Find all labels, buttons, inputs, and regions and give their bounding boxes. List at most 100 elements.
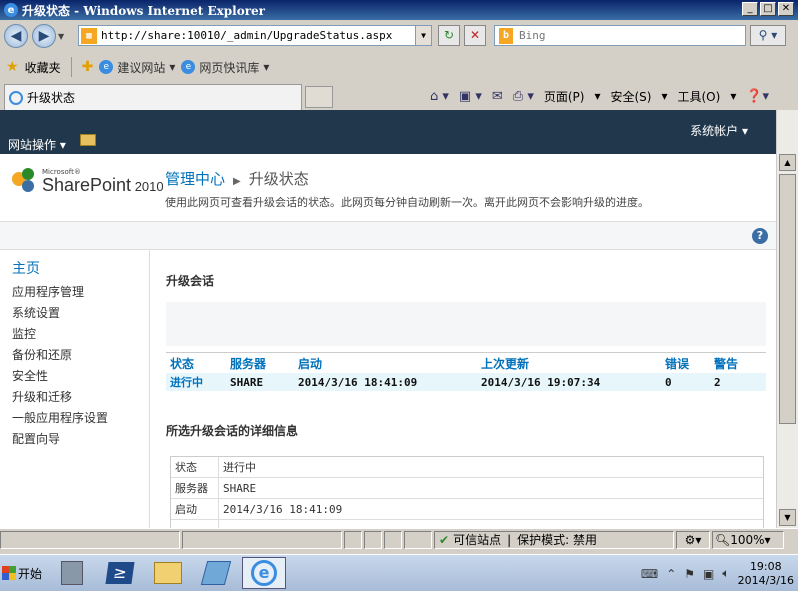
scroll-down-button[interactable]: ▼ <box>779 509 796 526</box>
breadcrumb-root-link[interactable]: 管理中心 <box>165 170 225 188</box>
favorites-bar: ★ 收藏夹 ✚ e 建议网站 ▾ e 网页快讯库 ▾ <box>0 52 798 82</box>
web-slice-gallery-label: 网页快讯库 <box>199 60 260 75</box>
suggested-sites-link[interactable]: e 建议网站 ▾ <box>99 59 175 76</box>
history-dropdown[interactable]: ▼ <box>58 32 64 41</box>
table-row[interactable]: 进行中 SHARE 2014/3/16 18:41:09 2014/3/16 1… <box>166 373 766 391</box>
sharepoint-logo[interactable]: Microsoft® SharePoint 2010 <box>12 168 164 194</box>
column-header-status[interactable]: 状态 <box>170 355 230 372</box>
tab-upgrade-status[interactable]: 升级状态 <box>4 84 302 110</box>
column-header-server[interactable]: 服务器 <box>230 355 298 372</box>
column-header-last-updated[interactable]: 上次更新 <box>481 355 665 372</box>
rss-feed-icon[interactable]: ▣ ▾ <box>459 89 482 104</box>
print-icon[interactable]: ⎙ ▾ <box>513 89 534 104</box>
system-tray: ⌨ ⌃ ⚑ ▣ 🔈︎ 19:08 2014/3/16 <box>641 555 798 591</box>
address-bar[interactable]: ▦ http://share:10010/_admin/UpgradeStatu… <box>78 25 432 46</box>
taskbar-explorer[interactable] <box>146 557 190 589</box>
security-zone-cell[interactable]: ✔ 可信站点 | 保护模式: 禁用 <box>434 530 674 549</box>
sessions-info-panel <box>166 302 766 346</box>
server-manager-icon <box>61 561 83 585</box>
site-actions-menu[interactable]: 网站操作 ▾ <box>8 136 66 153</box>
help-menu-icon[interactable]: ❓▾ <box>746 89 769 104</box>
page-menu[interactable]: 页面(P) <box>544 88 585 105</box>
nav-item-upgrade-migration[interactable]: 升级和迁移 <box>12 387 149 408</box>
search-input[interactable]: b Bing <box>494 25 746 46</box>
nav-item-config-wizards[interactable]: 配置向导 <box>12 429 149 450</box>
status-cell <box>344 530 362 549</box>
taskbar-internet-explorer[interactable]: e <box>242 557 286 589</box>
nav-home-link[interactable]: 主页 <box>12 258 149 278</box>
checkmark-icon: ✔ <box>439 532 450 547</box>
nav-item-backup-restore[interactable]: 备份和还原 <box>12 345 149 366</box>
status-cell <box>404 530 432 549</box>
column-header-started[interactable]: 启动 <box>298 355 481 372</box>
stop-button[interactable]: ✕ <box>464 25 486 46</box>
add-favorite-icon[interactable]: ✚ <box>82 59 94 75</box>
taskbar-server-manager[interactable] <box>50 557 94 589</box>
session-errors: 0 <box>665 375 672 389</box>
address-url[interactable]: http://share:10010/_admin/UpgradeStatus.… <box>101 29 392 42</box>
system-account-label: 系统帐户 <box>690 124 739 138</box>
nav-item-monitoring[interactable]: 监控 <box>12 324 149 345</box>
status-separator: | <box>507 532 512 547</box>
breadcrumb: 管理中心 ▶ 升级状态 <box>165 168 309 189</box>
ie-page-icon: e <box>181 60 196 74</box>
new-tab-button[interactable] <box>305 86 333 108</box>
navigate-up-icon[interactable] <box>80 134 96 146</box>
zoom-control[interactable]: 🔍︎ 100% ▾ <box>712 530 784 549</box>
nav-item-system-settings[interactable]: 系统设置 <box>12 303 149 324</box>
nav-item-security[interactable]: 安全性 <box>12 366 149 387</box>
detail-key: 服务器 <box>171 477 219 499</box>
search-icon: ⚲ <box>758 28 768 42</box>
nav-item-general-app-settings[interactable]: 一般应用程序设置 <box>12 408 149 429</box>
column-header-warnings[interactable]: 警告 <box>714 355 764 372</box>
zoom-level: 100% <box>730 532 765 547</box>
flag-icon[interactable]: ⚑ <box>684 567 695 581</box>
back-button[interactable]: ◀ <box>4 24 28 48</box>
keyboard-icon[interactable]: ⌨ <box>641 567 658 581</box>
scroll-thumb[interactable] <box>779 174 796 424</box>
clock[interactable]: 19:08 2014/3/16 <box>738 560 794 586</box>
help-icon[interactable]: ? <box>752 228 768 244</box>
loading-icon <box>9 90 23 105</box>
detail-value: SHARE <box>223 481 257 495</box>
close-button[interactable]: ✕ <box>778 2 794 16</box>
ie-page-icon: e <box>99 60 114 74</box>
chevron-down-icon: ▾ <box>263 60 270 74</box>
volume-icon[interactable]: 🔈︎ <box>722 566 729 581</box>
left-navigation: 主页 应用程序管理 系统设置 监控 备份和还原 安全性 升级和迁移 一般应用程序… <box>0 250 150 528</box>
show-hidden-icons[interactable]: ⌃ <box>666 567 676 581</box>
minimize-button[interactable]: _ <box>742 2 758 16</box>
maximize-button[interactable]: □ <box>760 2 776 16</box>
tools-menu[interactable]: 工具(O) <box>678 88 721 105</box>
scroll-up-button[interactable]: ▲ <box>779 154 796 171</box>
taskbar-powershell[interactable]: ≥ <box>98 557 142 589</box>
status-cell <box>364 530 382 549</box>
home-icon[interactable]: ⌂ ▾ <box>430 89 449 104</box>
status-bar: ✔ 可信站点 | 保护模式: 禁用 ⚙▾ 🔍︎ 100% ▾ <box>0 528 798 550</box>
popup-blocker-cell[interactable]: ⚙▾ <box>676 530 710 549</box>
safety-menu[interactable]: 安全(S) <box>610 88 651 105</box>
suggested-sites-label: 建议网站 <box>117 60 166 75</box>
clock-time: 19:08 <box>749 560 782 574</box>
start-button[interactable]: 开始 <box>0 565 50 582</box>
network-icon[interactable]: ▣ <box>703 567 714 581</box>
column-header-errors[interactable]: 错误 <box>665 355 714 372</box>
help-bar: ? <box>0 222 776 250</box>
powershell-icon: ≥ <box>105 562 135 584</box>
management-shell-icon <box>200 561 232 585</box>
nav-item-app-management[interactable]: 应用程序管理 <box>12 282 149 303</box>
detail-row <box>171 519 763 528</box>
main-content: 升级会话 状态 服务器 启动 上次更新 错误 警告 进行中 SHARE 2014… <box>166 250 766 528</box>
taskbar-sharepoint-shell[interactable] <box>194 557 238 589</box>
favorites-button[interactable]: 收藏夹 <box>25 59 61 76</box>
address-dropdown[interactable]: ▼ <box>415 26 431 45</box>
web-slice-gallery-link[interactable]: e 网页快讯库 ▾ <box>181 59 269 76</box>
forward-button[interactable]: ▶ <box>32 24 56 48</box>
refresh-button[interactable]: ↻ <box>438 25 460 46</box>
vertical-scrollbar[interactable]: ▲ ▼ <box>776 110 798 528</box>
page-content: 系统帐户 ▾ 网站操作 ▾ Microsoft® SharePoint 2010… <box>0 110 776 528</box>
system-account-menu[interactable]: 系统帐户 ▾ <box>690 122 748 139</box>
read-mail-icon[interactable]: ✉ <box>492 89 503 104</box>
search-button[interactable]: ⚲ ▾ <box>750 25 786 46</box>
sharepoint-ribbon: 系统帐户 ▾ 网站操作 ▾ <box>0 110 776 154</box>
